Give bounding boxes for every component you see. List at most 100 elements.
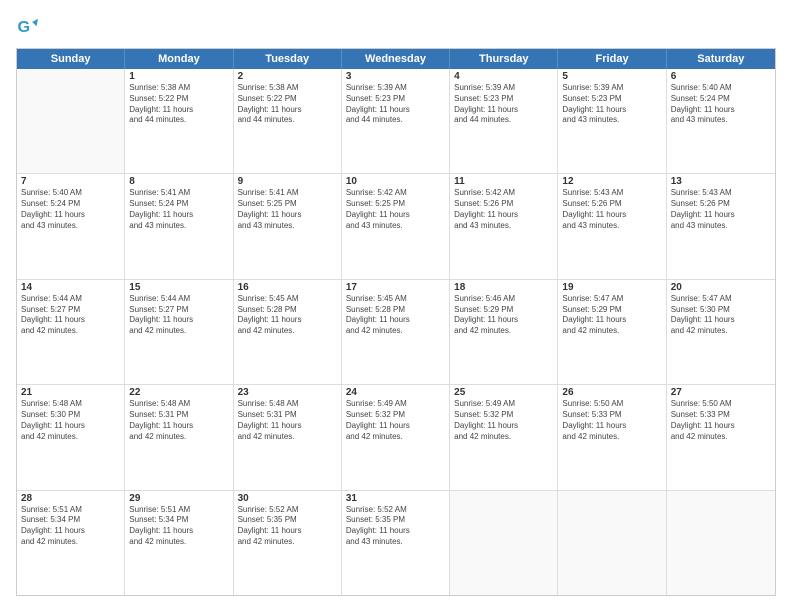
cell-info: Sunrise: 5:52 AM Sunset: 5:35 PM Dayligh… <box>346 505 445 548</box>
calendar-cell: 22Sunrise: 5:48 AM Sunset: 5:31 PM Dayli… <box>125 385 233 489</box>
day-number: 24 <box>346 387 445 398</box>
calendar-cell: 30Sunrise: 5:52 AM Sunset: 5:35 PM Dayli… <box>234 491 342 595</box>
day-number: 5 <box>562 71 661 82</box>
calendar-cell <box>17 69 125 173</box>
day-number: 20 <box>671 282 771 293</box>
calendar-cell: 8Sunrise: 5:41 AM Sunset: 5:24 PM Daylig… <box>125 174 233 278</box>
calendar-cell: 26Sunrise: 5:50 AM Sunset: 5:33 PM Dayli… <box>558 385 666 489</box>
calendar-cell: 3Sunrise: 5:39 AM Sunset: 5:23 PM Daylig… <box>342 69 450 173</box>
day-number: 18 <box>454 282 553 293</box>
cell-info: Sunrise: 5:40 AM Sunset: 5:24 PM Dayligh… <box>671 83 771 126</box>
calendar-cell: 21Sunrise: 5:48 AM Sunset: 5:30 PM Dayli… <box>17 385 125 489</box>
cell-info: Sunrise: 5:43 AM Sunset: 5:26 PM Dayligh… <box>671 188 771 231</box>
cell-info: Sunrise: 5:48 AM Sunset: 5:31 PM Dayligh… <box>238 399 337 442</box>
day-number: 2 <box>238 71 337 82</box>
cell-info: Sunrise: 5:44 AM Sunset: 5:27 PM Dayligh… <box>21 294 120 337</box>
calendar-cell <box>667 491 775 595</box>
day-number: 23 <box>238 387 337 398</box>
cell-info: Sunrise: 5:46 AM Sunset: 5:29 PM Dayligh… <box>454 294 553 337</box>
cell-info: Sunrise: 5:49 AM Sunset: 5:32 PM Dayligh… <box>454 399 553 442</box>
calendar-cell: 27Sunrise: 5:50 AM Sunset: 5:33 PM Dayli… <box>667 385 775 489</box>
calendar-cell: 11Sunrise: 5:42 AM Sunset: 5:26 PM Dayli… <box>450 174 558 278</box>
cell-info: Sunrise: 5:47 AM Sunset: 5:29 PM Dayligh… <box>562 294 661 337</box>
cell-info: Sunrise: 5:39 AM Sunset: 5:23 PM Dayligh… <box>454 83 553 126</box>
calendar-cell: 17Sunrise: 5:45 AM Sunset: 5:28 PM Dayli… <box>342 280 450 384</box>
cell-info: Sunrise: 5:48 AM Sunset: 5:30 PM Dayligh… <box>21 399 120 442</box>
day-number: 4 <box>454 71 553 82</box>
day-number: 31 <box>346 493 445 504</box>
cell-info: Sunrise: 5:43 AM Sunset: 5:26 PM Dayligh… <box>562 188 661 231</box>
header-day-monday: Monday <box>125 49 233 69</box>
cell-info: Sunrise: 5:44 AM Sunset: 5:27 PM Dayligh… <box>129 294 228 337</box>
day-number: 15 <box>129 282 228 293</box>
day-number: 17 <box>346 282 445 293</box>
day-number: 3 <box>346 71 445 82</box>
calendar-cell: 7Sunrise: 5:40 AM Sunset: 5:24 PM Daylig… <box>17 174 125 278</box>
cell-info: Sunrise: 5:39 AM Sunset: 5:23 PM Dayligh… <box>562 83 661 126</box>
cell-info: Sunrise: 5:41 AM Sunset: 5:24 PM Dayligh… <box>129 188 228 231</box>
day-number: 11 <box>454 176 553 187</box>
day-number: 12 <box>562 176 661 187</box>
cell-info: Sunrise: 5:39 AM Sunset: 5:23 PM Dayligh… <box>346 83 445 126</box>
cell-info: Sunrise: 5:42 AM Sunset: 5:25 PM Dayligh… <box>346 188 445 231</box>
calendar-cell: 9Sunrise: 5:41 AM Sunset: 5:25 PM Daylig… <box>234 174 342 278</box>
calendar-cell: 18Sunrise: 5:46 AM Sunset: 5:29 PM Dayli… <box>450 280 558 384</box>
calendar-cell: 31Sunrise: 5:52 AM Sunset: 5:35 PM Dayli… <box>342 491 450 595</box>
cell-info: Sunrise: 5:50 AM Sunset: 5:33 PM Dayligh… <box>562 399 661 442</box>
calendar-cell: 23Sunrise: 5:48 AM Sunset: 5:31 PM Dayli… <box>234 385 342 489</box>
day-number: 29 <box>129 493 228 504</box>
calendar-cell <box>450 491 558 595</box>
day-number: 13 <box>671 176 771 187</box>
calendar-cell: 12Sunrise: 5:43 AM Sunset: 5:26 PM Dayli… <box>558 174 666 278</box>
logo: G <box>16 16 42 38</box>
day-number: 30 <box>238 493 337 504</box>
page: G SundayMondayTuesdayWednesdayThursdayFr… <box>0 0 792 612</box>
calendar-cell: 19Sunrise: 5:47 AM Sunset: 5:29 PM Dayli… <box>558 280 666 384</box>
day-number: 19 <box>562 282 661 293</box>
day-number: 1 <box>129 71 228 82</box>
calendar-cell: 6Sunrise: 5:40 AM Sunset: 5:24 PM Daylig… <box>667 69 775 173</box>
day-number: 28 <box>21 493 120 504</box>
cell-info: Sunrise: 5:47 AM Sunset: 5:30 PM Dayligh… <box>671 294 771 337</box>
day-number: 21 <box>21 387 120 398</box>
calendar-cell: 2Sunrise: 5:38 AM Sunset: 5:22 PM Daylig… <box>234 69 342 173</box>
cell-info: Sunrise: 5:38 AM Sunset: 5:22 PM Dayligh… <box>238 83 337 126</box>
cell-info: Sunrise: 5:51 AM Sunset: 5:34 PM Dayligh… <box>129 505 228 548</box>
cell-info: Sunrise: 5:50 AM Sunset: 5:33 PM Dayligh… <box>671 399 771 442</box>
day-number: 16 <box>238 282 337 293</box>
calendar-cell: 20Sunrise: 5:47 AM Sunset: 5:30 PM Dayli… <box>667 280 775 384</box>
day-number: 10 <box>346 176 445 187</box>
calendar-cell: 10Sunrise: 5:42 AM Sunset: 5:25 PM Dayli… <box>342 174 450 278</box>
calendar-row-3: 21Sunrise: 5:48 AM Sunset: 5:30 PM Dayli… <box>17 385 775 490</box>
calendar-header-row: SundayMondayTuesdayWednesdayThursdayFrid… <box>17 49 775 69</box>
day-number: 27 <box>671 387 771 398</box>
cell-info: Sunrise: 5:51 AM Sunset: 5:34 PM Dayligh… <box>21 505 120 548</box>
header-day-sunday: Sunday <box>17 49 125 69</box>
cell-info: Sunrise: 5:52 AM Sunset: 5:35 PM Dayligh… <box>238 505 337 548</box>
cell-info: Sunrise: 5:41 AM Sunset: 5:25 PM Dayligh… <box>238 188 337 231</box>
calendar-cell: 15Sunrise: 5:44 AM Sunset: 5:27 PM Dayli… <box>125 280 233 384</box>
header-day-friday: Friday <box>558 49 666 69</box>
calendar-cell: 25Sunrise: 5:49 AM Sunset: 5:32 PM Dayli… <box>450 385 558 489</box>
cell-info: Sunrise: 5:45 AM Sunset: 5:28 PM Dayligh… <box>238 294 337 337</box>
header: G <box>16 16 776 38</box>
day-number: 7 <box>21 176 120 187</box>
day-number: 22 <box>129 387 228 398</box>
logo-icon: G <box>16 16 38 38</box>
calendar-row-4: 28Sunrise: 5:51 AM Sunset: 5:34 PM Dayli… <box>17 491 775 595</box>
day-number: 25 <box>454 387 553 398</box>
svg-text:G: G <box>17 18 30 36</box>
calendar-cell: 4Sunrise: 5:39 AM Sunset: 5:23 PM Daylig… <box>450 69 558 173</box>
calendar-cell: 1Sunrise: 5:38 AM Sunset: 5:22 PM Daylig… <box>125 69 233 173</box>
calendar-cell: 16Sunrise: 5:45 AM Sunset: 5:28 PM Dayli… <box>234 280 342 384</box>
calendar-cell <box>558 491 666 595</box>
header-day-tuesday: Tuesday <box>234 49 342 69</box>
cell-info: Sunrise: 5:42 AM Sunset: 5:26 PM Dayligh… <box>454 188 553 231</box>
calendar-cell: 5Sunrise: 5:39 AM Sunset: 5:23 PM Daylig… <box>558 69 666 173</box>
calendar: SundayMondayTuesdayWednesdayThursdayFrid… <box>16 48 776 596</box>
calendar-cell: 24Sunrise: 5:49 AM Sunset: 5:32 PM Dayli… <box>342 385 450 489</box>
header-day-wednesday: Wednesday <box>342 49 450 69</box>
day-number: 6 <box>671 71 771 82</box>
calendar-body: 1 Sunrise: 5:38 AM Sunset: 5:22 PM Daylig… <box>17 69 775 595</box>
calendar-cell: 29Sunrise: 5:51 AM Sunset: 5:34 PM Dayli… <box>125 491 233 595</box>
